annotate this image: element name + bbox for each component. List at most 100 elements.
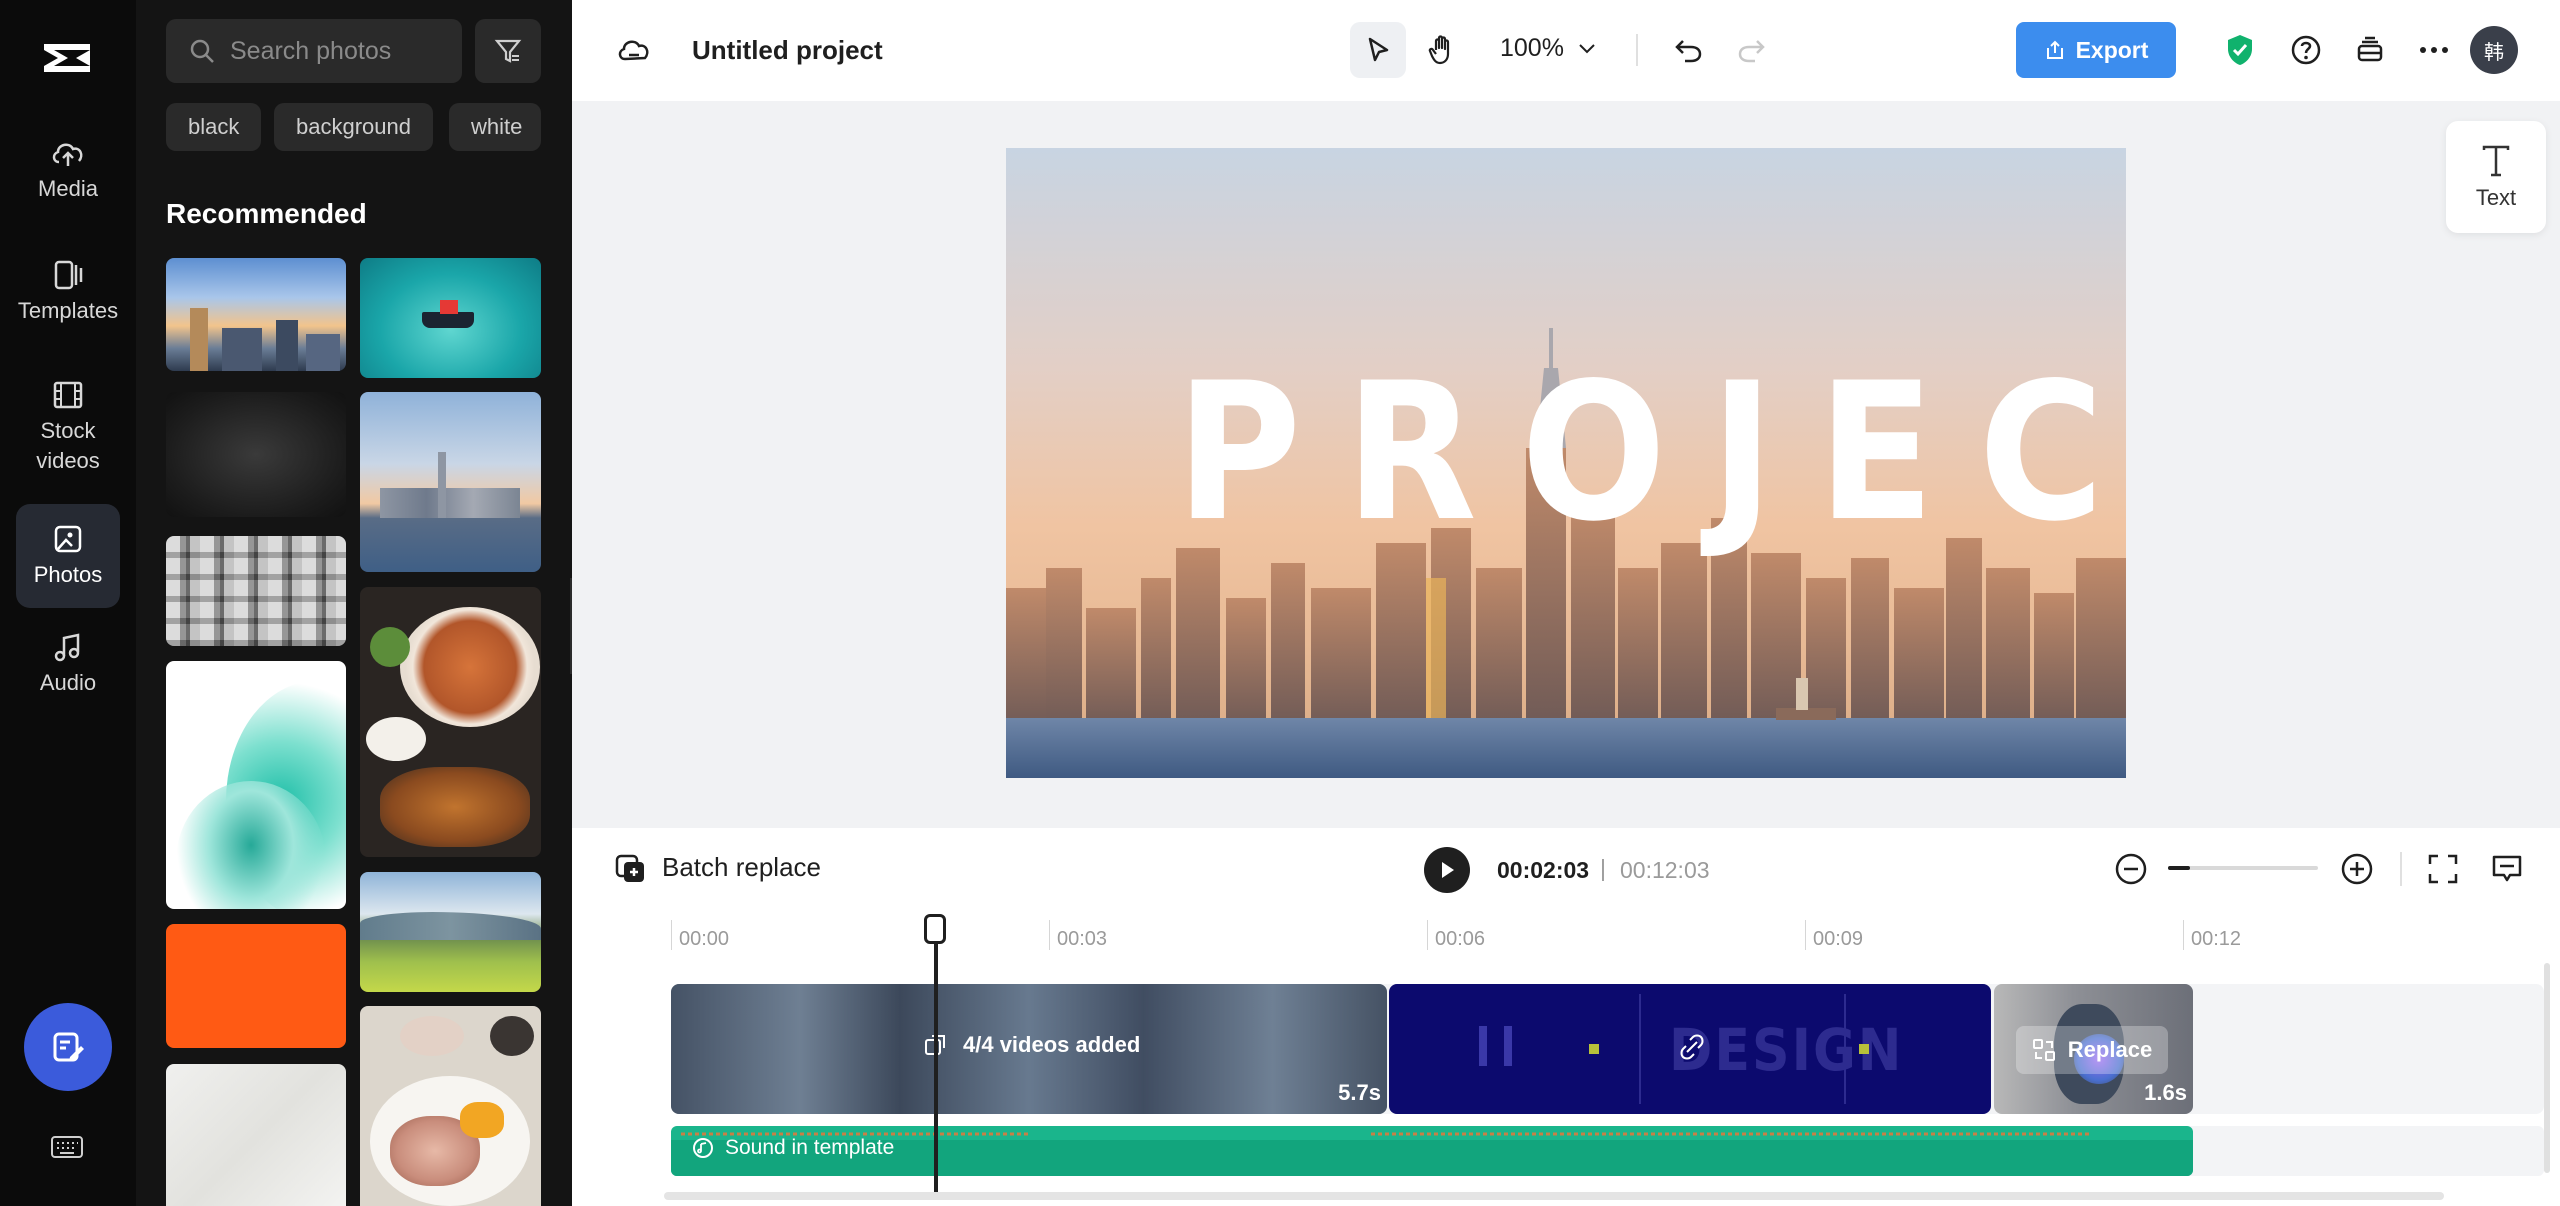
vertical-scrollbar[interactable]	[2544, 963, 2550, 1173]
comment-icon	[2492, 855, 2522, 882]
timeline-header: Batch replace 00:02:03 | 00:12:03	[572, 828, 2560, 912]
hand-tool-button[interactable]	[1414, 22, 1470, 78]
replace-button[interactable]: Replace	[2016, 1026, 2168, 1074]
text-tool-button[interactable]: Text	[2446, 121, 2546, 233]
cloud-save-button[interactable]	[614, 30, 654, 70]
video-clip-3[interactable]: Replace 1.6s	[1994, 984, 2193, 1114]
film-icon	[53, 381, 83, 409]
photo-thumb-city-sky[interactable]	[166, 258, 346, 371]
time-separator: |	[1600, 855, 1606, 881]
minus-circle-icon	[2115, 853, 2147, 885]
photo-thumb-nyc-skyline[interactable]	[360, 392, 541, 572]
preview-title-text[interactable]: PROJECT	[1176, 358, 2126, 548]
nav-photos-label: Photos	[33, 562, 103, 587]
select-tool-button[interactable]	[1350, 22, 1406, 78]
more-horizontal-icon	[2420, 47, 2448, 53]
fullscreen-icon	[2428, 854, 2458, 884]
avatar[interactable]: 韩	[2470, 26, 2518, 74]
hand-icon	[1428, 35, 1450, 65]
video-preview[interactable]: PROJECT	[1006, 148, 2126, 778]
help-button[interactable]	[2286, 30, 2326, 70]
zoom-value: 100%	[1500, 34, 1564, 62]
fullscreen-button[interactable]	[2426, 852, 2460, 886]
capcut-logo[interactable]	[38, 36, 96, 80]
ruler-label: 00:00	[679, 928, 730, 950]
timeline-panel: Batch replace 00:02:03 | 00:12:03 00:00 …	[572, 828, 2560, 1206]
text-icon	[2482, 145, 2510, 177]
stack-icon	[2357, 36, 2383, 62]
video-clip-1[interactable]: 4/4 videos added 5.7s	[671, 984, 1387, 1114]
chip-white[interactable]: white	[449, 103, 541, 151]
photo-thumb-white-texture[interactable]	[166, 1064, 346, 1206]
photo-thumb-green-valley[interactable]	[360, 872, 541, 992]
top-bar: Untitled project 100% Export 韩	[572, 0, 2560, 101]
search-icon	[190, 39, 214, 63]
shield-check-icon	[2228, 35, 2252, 65]
filter-icon	[494, 39, 522, 63]
current-time: 00:02:03	[1497, 857, 1590, 883]
canvas-area: PROJECT Text	[572, 101, 2560, 828]
photo-thumb-ramen-food[interactable]	[360, 587, 541, 857]
more-options-button[interactable]	[2414, 30, 2454, 70]
horizontal-scrollbar[interactable]	[664, 1192, 2444, 1200]
text-tool-label: Text	[2475, 185, 2517, 210]
share-icon	[2046, 40, 2063, 59]
playhead[interactable]	[934, 920, 938, 1194]
clip-status-label: 4/4 videos added	[963, 1032, 1141, 1057]
play-button[interactable]	[1424, 847, 1470, 893]
timeline-zoom-slider[interactable]	[2168, 866, 2318, 870]
export-button[interactable]: Export	[2016, 22, 2176, 78]
zoom-in-button[interactable]	[2340, 852, 2374, 886]
feedback-button[interactable]	[2490, 852, 2524, 886]
clip-duration: 5.7s	[1338, 1080, 1381, 1105]
search-input[interactable]	[230, 36, 440, 66]
nav-templates[interactable]: Templates	[16, 258, 120, 338]
photo-thumb-orange[interactable]	[166, 924, 346, 1048]
divider	[2400, 852, 2402, 886]
nav-stock-videos-label: Stock videos	[36, 418, 100, 473]
zoom-select[interactable]: 100%	[1500, 34, 1596, 63]
chip-background[interactable]: background	[274, 103, 433, 151]
nav-audio[interactable]: Audio	[16, 630, 120, 710]
clip-status: 4/4 videos added	[923, 1032, 1140, 1058]
security-button[interactable]	[2220, 30, 2260, 70]
batch-replace-button[interactable]: Batch replace	[614, 850, 821, 884]
chevron-down-icon	[1579, 43, 1595, 53]
export-label: Export	[2075, 36, 2149, 63]
chip-black[interactable]: black	[166, 103, 262, 151]
photos-panel: black background white Recommended	[136, 0, 572, 1206]
nav-audio-label: Audio	[39, 670, 97, 695]
plus-circle-icon	[2341, 853, 2373, 885]
photo-thumb-meat-dish[interactable]	[360, 1006, 541, 1206]
ruler-label: 00:03	[1057, 928, 1108, 950]
zoom-out-button[interactable]	[2114, 852, 2148, 886]
keyboard-shortcuts-button[interactable]	[50, 1134, 84, 1160]
section-title: Recommended	[166, 198, 367, 229]
divider	[1636, 34, 1638, 66]
redo-button[interactable]	[1732, 30, 1772, 70]
layers-button[interactable]	[2350, 30, 2390, 70]
photo-thumb-teal-abstract[interactable]	[166, 661, 346, 909]
undo-button[interactable]	[1668, 30, 1708, 70]
audio-clip[interactable]: Sound in template	[671, 1126, 2193, 1176]
search-box[interactable]	[166, 19, 462, 83]
undo-icon	[1675, 40, 1702, 63]
project-title[interactable]: Untitled project	[692, 35, 883, 66]
ai-edit-button[interactable]	[24, 1003, 112, 1091]
video-clip-2[interactable]: DESIGN	[1389, 984, 1991, 1114]
photo-thumb-temple-carving[interactable]	[166, 536, 346, 646]
help-icon	[2291, 35, 2321, 65]
photo-thumb-dark-texture[interactable]	[166, 392, 346, 517]
playhead-handle[interactable]	[924, 914, 946, 944]
nav-stock-videos[interactable]: Stock videos	[16, 378, 120, 488]
total-time: 00:12:03	[1620, 857, 1710, 883]
photo-thumb-boat-sea[interactable]	[360, 258, 541, 378]
filter-button[interactable]	[475, 19, 541, 83]
nav-media[interactable]: Media	[16, 136, 120, 216]
batch-replace-icon	[615, 854, 644, 882]
image-icon	[54, 525, 82, 553]
ruler-tick	[1049, 920, 1050, 950]
nav-photos[interactable]: Photos	[16, 504, 120, 608]
ruler-tick	[1805, 920, 1806, 950]
unlink-icon[interactable]	[1679, 1034, 1705, 1060]
